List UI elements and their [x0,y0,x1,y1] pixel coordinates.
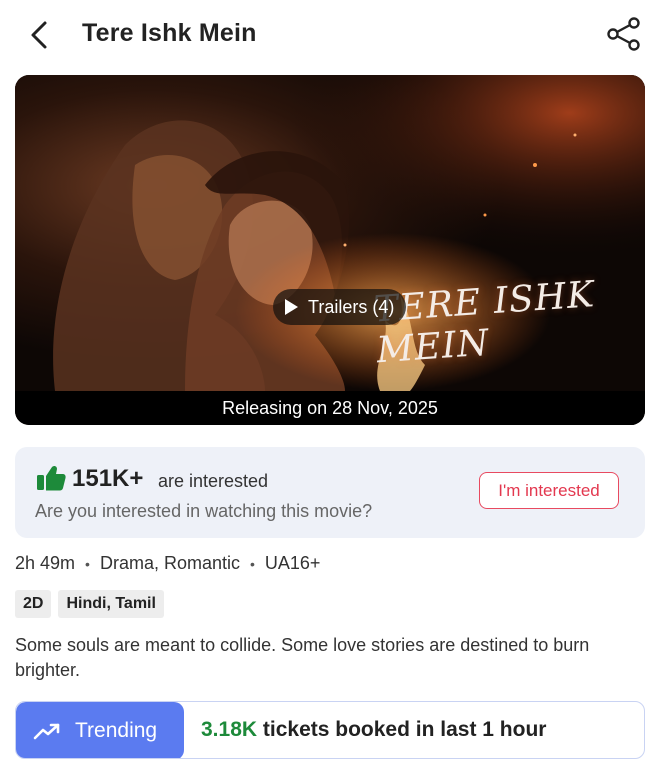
release-date-bar: Releasing on 28 Nov, 2025 [15,391,645,425]
interest-card: 151K+ are interested Are you interested … [15,447,645,538]
tickets-count: 3.18K [201,718,258,741]
trending-up-icon [33,723,60,740]
page-title: Tere Ishk Mein [82,19,257,47]
interest-question: Are you interested in watching this movi… [35,501,373,521]
format-tags: 2D Hindi, Tamil [15,590,164,618]
share-button[interactable] [604,14,644,54]
format-tag: 2D [15,590,52,618]
movie-banner[interactable]: TERE ISHK MEIN Trailers (4) Releasing on… [15,75,645,425]
movie-meta: 2h 49m • Drama, Romantic • UA16+ [15,553,320,574]
trending-badge: Trending [16,702,184,758]
top-bar: Tere Ishk Mein [0,0,664,70]
chevron-left-icon [31,21,47,49]
share-icon [607,17,640,51]
language-tag: Hindi, Tamil [58,590,164,618]
separator-dot: • [85,555,90,572]
trailers-button[interactable]: Trailers (4) [273,289,407,325]
tickets-text: tickets booked in last 1 hour [262,718,547,741]
genres: Drama, Romantic [99,553,240,573]
trending-card: Trending 3.18K tickets booked in last 1 … [15,701,645,759]
trending-text: 3.18K tickets booked in last 1 hour [201,718,546,742]
interest-label: are interested [158,471,269,491]
back-button[interactable] [22,18,56,52]
interested-button[interactable]: I'm interested [479,472,619,509]
thumbs-up-icon [37,465,66,491]
interest-count: 151K+ [72,465,144,492]
duration: 2h 49m [15,553,76,573]
play-icon [285,299,298,315]
separator-dot: • [250,555,255,572]
trailers-label: Trailers (4) [308,296,395,317]
synopsis: Some souls are meant to collide. Some lo… [15,635,590,680]
trending-label: Trending [75,719,158,742]
certification: UA16+ [264,553,321,573]
